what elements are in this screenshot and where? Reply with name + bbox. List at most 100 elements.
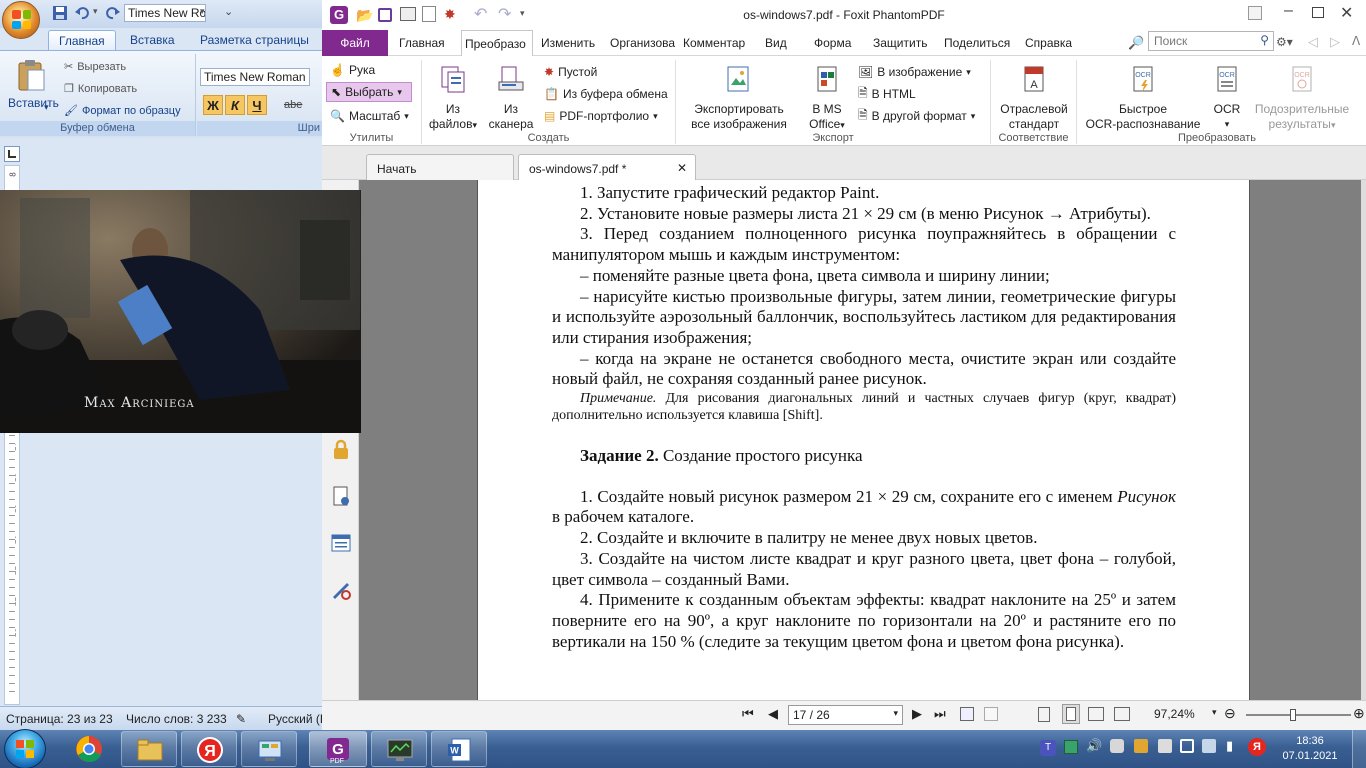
show-desktop-button[interactable] [1352, 730, 1366, 768]
taskbar-yandex[interactable]: Я [181, 731, 237, 767]
search-icon[interactable]: ⚲ [1260, 33, 1269, 47]
hand-tool-button[interactable]: ☝ Рука [330, 60, 375, 80]
zoom-level[interactable]: 97,24% [1154, 707, 1195, 721]
save-icon[interactable] [52, 5, 68, 21]
redo-icon[interactable] [105, 5, 121, 21]
green-app-icon[interactable] [1064, 740, 1078, 754]
strikethrough-button[interactable]: abe [283, 95, 303, 115]
page-number-input[interactable]: 17 / 26 ▾ [788, 705, 903, 725]
taskbar-explorer[interactable] [121, 731, 177, 767]
taskbar-video-app[interactable] [371, 731, 427, 767]
continuous-page-icon[interactable] [1062, 704, 1080, 724]
suspect-results-button[interactable]: OCR Подозрительные результаты▾ [1251, 64, 1353, 133]
tab-comment[interactable]: Комментар [683, 36, 745, 50]
tab-file[interactable]: Файл [322, 30, 388, 56]
zoom-slider-handle[interactable] [1290, 709, 1296, 721]
from-scanner-button[interactable]: Из сканера [484, 64, 538, 132]
tab-start-page[interactable]: Начать [366, 154, 514, 180]
maximize-icon[interactable] [1312, 7, 1324, 18]
tab-document[interactable]: os-windows7.pdf * ✕ [518, 154, 696, 180]
underline-button[interactable]: Ч [247, 95, 267, 115]
taskbar-word[interactable]: W [431, 731, 487, 767]
to-other-dropdown-icon[interactable]: ▾ [971, 111, 976, 122]
vertical-scrollbar[interactable] [1361, 180, 1366, 700]
undo-dropdown-icon[interactable]: ▾ [93, 6, 98, 17]
italic-button[interactable]: К [225, 95, 245, 115]
page-dropdown-icon[interactable]: ▾ [893, 708, 898, 719]
minimize-icon[interactable]: – [1284, 2, 1293, 20]
close-tab-icon[interactable]: ✕ [677, 161, 687, 175]
next-page-icon[interactable]: ▶ [912, 706, 922, 722]
tab-form[interactable]: Форма [814, 36, 851, 50]
to-ms-office-button[interactable]: В MS Office▾ [802, 64, 852, 133]
qat-customize-icon[interactable]: ⌄ [224, 5, 233, 18]
select-tool-button[interactable]: ⬉ Выбрать ▾ [326, 82, 412, 102]
video-overlay[interactable]: Max Arciniega [0, 190, 361, 433]
clipboard-tray-icon[interactable] [1180, 739, 1194, 753]
volume-icon[interactable]: 🔊 [1086, 738, 1102, 754]
tab-edit[interactable]: Изменить [541, 36, 595, 50]
tray-app-icon[interactable] [1110, 739, 1124, 753]
start-button[interactable] [4, 729, 46, 768]
suspect-dropdown-icon[interactable]: ▾ [1331, 120, 1336, 130]
teams-icon[interactable]: T [1040, 740, 1056, 756]
tab-help[interactable]: Справка [1025, 36, 1072, 50]
continuous-facing-icon[interactable] [1114, 707, 1130, 721]
bold-button[interactable]: Ж [203, 95, 223, 115]
zoom-dropdown-icon[interactable]: ▾ [404, 111, 409, 122]
cut-button[interactable]: ✂ Вырезать [64, 60, 126, 74]
close-icon[interactable]: ✕ [1340, 3, 1353, 23]
collapse-ribbon-icon[interactable]: ᐱ [1352, 34, 1360, 48]
zoom-dropdown-icon[interactable]: ▾ [1212, 707, 1217, 718]
quick-ocr-button[interactable]: OCR Быстрое OCR-распознавание [1083, 64, 1203, 132]
next-view-icon[interactable] [984, 707, 998, 721]
zoom-slider[interactable] [1246, 709, 1351, 721]
tab-convert[interactable]: Преобразо [461, 30, 533, 57]
to-html-button[interactable]: 🗎 В HTML [858, 84, 916, 104]
previous-page-icon[interactable]: ◀ [768, 706, 778, 722]
taskbar-chrome[interactable] [61, 731, 117, 767]
layers-icon[interactable] [330, 532, 352, 554]
document-canvas[interactable]: 1. Запустите графический редактор Paint.… [359, 180, 1366, 700]
nav-back-icon[interactable]: ◁ [1308, 34, 1318, 50]
signature-icon[interactable] [330, 578, 352, 600]
tab-protect[interactable]: Защитить [873, 36, 927, 50]
ms-office-dropdown-icon[interactable]: ▾ [840, 120, 845, 130]
lock-icon[interactable] [330, 438, 352, 460]
qat-font-dropdown-icon[interactable]: ▾ [200, 6, 205, 17]
ocr-button[interactable]: OCR OCR ▾ [1207, 64, 1247, 132]
settings-icon[interactable]: ⚙▾ [1276, 35, 1293, 49]
blank-button[interactable]: ✸ Пустой [544, 62, 597, 82]
nav-forward-icon[interactable]: ▷ [1330, 34, 1340, 50]
word-tab-home[interactable]: Главная [48, 30, 116, 50]
to-other-format-button[interactable]: 🗎 В другой формат ▾ [858, 106, 975, 126]
format-painter-button[interactable]: 🖌 Формат по образцу [64, 104, 181, 118]
usb-icon[interactable] [1134, 739, 1148, 753]
undo-icon[interactable] [74, 5, 90, 21]
ruler-tab-selector[interactable] [4, 146, 20, 162]
portfolio-dropdown-icon[interactable]: ▾ [653, 111, 658, 122]
layout-icon[interactable] [1248, 6, 1262, 20]
tab-view[interactable]: Вид [765, 36, 787, 50]
document-properties-icon[interactable] [330, 485, 352, 507]
office-button[interactable] [2, 1, 40, 39]
tab-home[interactable]: Главная [399, 36, 445, 50]
zoom-out-icon[interactable]: ⊖ [1224, 705, 1236, 722]
industry-standard-button[interactable]: A Отраслевой стандарт [995, 64, 1073, 132]
tell-me-icon[interactable]: 🔎 [1128, 35, 1144, 51]
status-page[interactable]: Страница: 23 из 23 [6, 712, 113, 726]
copy-button[interactable]: ❐ Копировать [64, 82, 137, 96]
facing-pages-icon[interactable] [1088, 707, 1104, 721]
spellcheck-icon[interactable]: ✎ [236, 712, 246, 726]
yandex-tray-icon[interactable]: Я [1248, 738, 1266, 756]
paste-button[interactable]: Вставить [8, 96, 59, 110]
status-language[interactable]: Русский (Р [268, 712, 328, 726]
clock[interactable]: 18:36 07.01.2021 [1280, 734, 1340, 764]
paste-icon[interactable] [14, 58, 48, 92]
paste-dropdown-icon[interactable]: ▾ [44, 102, 49, 113]
qat-font-box[interactable]: Times New Ro [124, 4, 206, 22]
first-page-icon[interactable]: ⏮ [742, 706, 754, 722]
search-input[interactable]: Поиск ⚲ [1148, 31, 1274, 51]
word-tab-insert[interactable]: Вставка [120, 30, 185, 50]
to-image-button[interactable]: 🖼 В изображение ▾ [858, 62, 971, 82]
